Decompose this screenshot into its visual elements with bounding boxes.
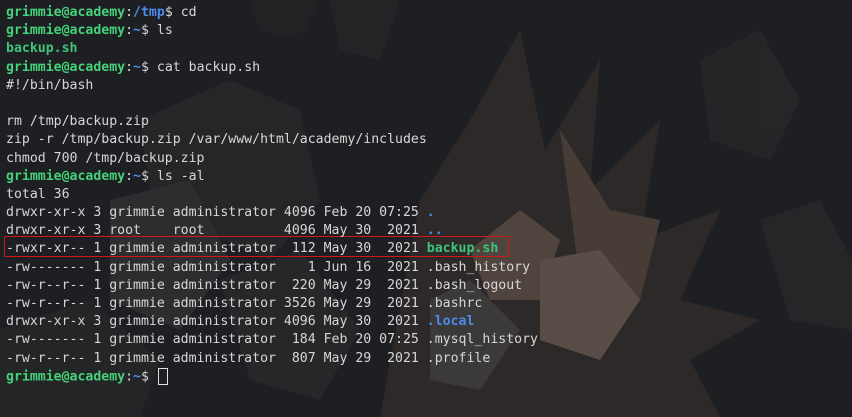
listing-row: -rw------- 1 grimmie administrator 1 Jun… [6, 259, 852, 277]
prompt-path: /tmp [133, 5, 165, 20]
prompt-user: grimmie@academy [6, 59, 126, 75]
listing-name: .local [426, 314, 475, 330]
listing-row: -rw-r--r-- 1 grimmie administrator 220 M… [6, 277, 852, 295]
command-text: ls -al [156, 168, 205, 184]
prompt-sep: : [125, 168, 134, 184]
command-text: cd [180, 5, 197, 20]
listing-meta: -rw------- 1 grimmie administrator 184 F… [6, 332, 427, 348]
listing-meta: -rwxr-xr-- 1 grimmie administrator 112 M… [6, 241, 427, 257]
listing-name: . [426, 205, 435, 221]
prompt-symbol: $ [164, 5, 181, 20]
prompt-line: grimmie@academy:~$ ls [6, 22, 852, 40]
prompt-user: grimmie@academy [6, 23, 126, 39]
prompt-sep: : [125, 23, 134, 39]
prompt-line: grimmie@academy:~$ [6, 367, 852, 386]
listing-name: .bashrc [426, 296, 483, 311]
listing-name: .mysql_history [426, 332, 538, 348]
terminal-output[interactable]: grimmie@academy:/tmp$ cd grimmie@academy… [0, 0, 852, 417]
listing-meta: -rw-r--r-- 1 grimmie administrator 807 M… [6, 350, 427, 366]
listing-row: -rwxr-xr-- 1 grimmie administrator 112 M… [6, 240, 852, 258]
output-line: backup.sh [6, 40, 852, 58]
listing-row: -rw-r--r-- 1 grimmie administrator 3526 … [6, 295, 852, 313]
listing-meta: drwxr-xr-x 3 grimmie administrator 4096 … [6, 314, 427, 330]
listing-meta: -rw-r--r-- 1 grimmie administrator 3526 … [6, 296, 427, 311]
prompt-user: grimmie@academy [6, 168, 126, 184]
listing-meta: -rw-r--r-- 1 grimmie administrator 220 M… [6, 277, 427, 293]
listing-meta: drwxr-xr-x 3 root root 4096 May 30 2021 [6, 223, 427, 239]
command-text: ls [156, 23, 173, 39]
prompt-line: grimmie@academy:~$ ls -al [6, 168, 852, 186]
listing-meta: -rw------- 1 grimmie administrator 1 Jun… [6, 259, 427, 275]
prompt-symbol: $ [141, 168, 157, 184]
output-line: chmod 700 /tmp/backup.zip [6, 150, 205, 166]
prompt-symbol: $ [141, 23, 157, 39]
listing-row: drwxr-xr-x 3 grimmie administrator 4096 … [6, 204, 852, 222]
output-line: #!/bin/bash [6, 77, 94, 93]
prompt-line: grimmie@academy:/tmp$ cd [6, 4, 852, 22]
listing-name: backup.sh [426, 241, 499, 257]
prompt-symbol: $ [141, 369, 157, 385]
prompt-path: ~ [133, 168, 141, 184]
prompt-user: grimmie@academy [6, 5, 126, 20]
listing-name: .bash_history [426, 259, 531, 275]
prompt-user: grimmie@academy [6, 369, 126, 385]
listing-row: -rw-r--r-- 1 grimmie administrator 807 M… [6, 350, 852, 368]
listing-name: .profile [426, 350, 491, 366]
prompt-path: ~ [133, 369, 141, 385]
prompt-line: grimmie@academy:~$ cat backup.sh [6, 59, 852, 77]
listing-row: drwxr-xr-x 3 grimmie administrator 4096 … [6, 313, 852, 331]
listing-row: -rw------- 1 grimmie administrator 184 F… [6, 331, 852, 349]
command-text: cat backup.sh [156, 59, 261, 75]
output-line: rm /tmp/backup.zip [6, 114, 149, 130]
listing-row: drwxr-xr-x 3 root root 4096 May 30 2021 … [6, 222, 852, 240]
terminal-cursor[interactable] [157, 367, 168, 385]
output-line: zip -r /tmp/backup.zip /var/www/html/aca… [6, 132, 427, 148]
prompt-path: ~ [133, 23, 141, 39]
prompt-symbol: $ [141, 59, 157, 75]
prompt-path: ~ [133, 59, 141, 75]
prompt-sep: : [125, 5, 134, 20]
prompt-sep: : [125, 369, 134, 385]
output-line: total 36 [6, 186, 70, 202]
listing-meta: drwxr-xr-x 3 grimmie administrator 4096 … [6, 205, 427, 221]
prompt-sep: : [125, 59, 134, 75]
listing-name: .. [426, 223, 443, 239]
listing-name: .bash_logout [426, 277, 523, 293]
file-name-executable: backup.sh [6, 41, 78, 57]
